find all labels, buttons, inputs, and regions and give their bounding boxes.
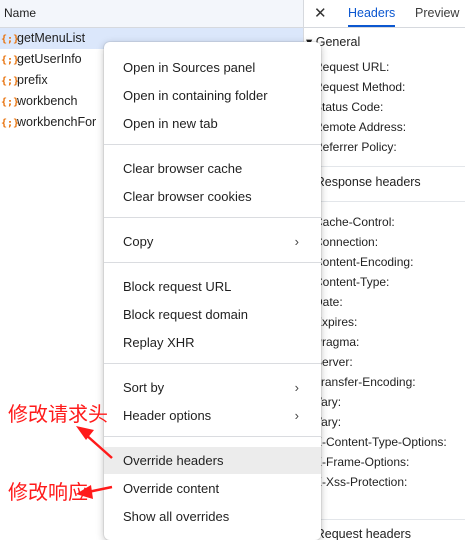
- menu-item-clear-cookies[interactable]: Clear browser cookies: [104, 183, 321, 210]
- menu-item-block-domain[interactable]: Block request domain: [104, 301, 321, 328]
- request-name: workbench: [17, 94, 78, 108]
- menu-separator: [104, 363, 321, 364]
- header-key: Content-Type:: [314, 275, 390, 289]
- menu-item-label: Block request URL: [123, 279, 232, 294]
- menu-separator: [104, 217, 321, 218]
- request-name: getUserInfo: [17, 52, 82, 66]
- xhr-icon: {;}: [1, 76, 20, 87]
- menu-item-open-in-sources[interactable]: Open in Sources panel: [104, 54, 321, 81]
- request-name: workbenchFor: [17, 115, 97, 129]
- menu-item-copy[interactable]: Copy ›: [104, 228, 321, 255]
- menu-item-label: Header options: [123, 408, 212, 423]
- request-headers-section-title[interactable]: ▸ Request headers: [306, 526, 411, 540]
- menu-item-override-headers[interactable]: Override headers: [104, 447, 321, 474]
- menu-separator: [104, 144, 321, 145]
- detail-tab-bar: ✕ Headers Preview: [304, 0, 465, 28]
- section-divider: [304, 166, 465, 167]
- header-key: Request Method:: [314, 80, 406, 94]
- menu-item-header-options[interactable]: Header options ›: [104, 402, 321, 429]
- menu-item-label: Replay XHR: [123, 335, 195, 350]
- header-key: Content-Encoding:: [314, 255, 414, 269]
- menu-item-label: Override headers: [123, 453, 224, 468]
- menu-separator: [104, 436, 321, 437]
- header-key: Cache-Control:: [314, 215, 395, 229]
- chevron-right-icon: ›: [294, 380, 299, 395]
- header-key: X-Content-Type-Options:: [314, 435, 447, 449]
- header-key: Request URL:: [314, 60, 390, 74]
- request-detail-pane: ✕ Headers Preview ▾ General Request URL:…: [304, 0, 465, 540]
- header-key: Status Code:: [314, 100, 384, 114]
- section-divider: [304, 201, 465, 202]
- menu-item-block-url[interactable]: Block request URL: [104, 273, 321, 300]
- menu-item-replay-xhr[interactable]: Replay XHR: [104, 329, 321, 356]
- request-name: getMenuList: [17, 31, 86, 45]
- name-column-header[interactable]: Name: [0, 0, 303, 28]
- xhr-icon: {;}: [1, 97, 20, 108]
- menu-item-label: Clear browser cache: [123, 161, 243, 176]
- menu-item-label: Open in new tab: [123, 116, 218, 131]
- menu-item-label: Show all overrides: [123, 509, 230, 524]
- annotation-modify-request-headers: 修改请求头: [8, 402, 108, 426]
- menu-item-label: Copy: [123, 234, 154, 249]
- menu-item-label: Clear browser cookies: [123, 189, 252, 204]
- menu-item-label: Sort by: [123, 380, 165, 395]
- context-menu: Open in Sources panel Open in containing…: [104, 42, 321, 540]
- annotation-modify-response: 修改响应: [8, 480, 88, 504]
- menu-separator: [104, 262, 321, 263]
- header-key: Connection:: [314, 235, 379, 249]
- menu-item-sort-by[interactable]: Sort by ›: [104, 374, 321, 401]
- menu-item-label: Override content: [123, 481, 220, 496]
- request-name: prefix: [17, 73, 48, 87]
- menu-item-open-in-new-tab[interactable]: Open in new tab: [104, 110, 321, 137]
- chevron-right-icon: ›: [294, 234, 299, 249]
- section-divider: [304, 519, 465, 520]
- menu-item-clear-cache[interactable]: Clear browser cache: [104, 155, 321, 182]
- header-key: Transfer-Encoding:: [314, 375, 416, 389]
- xhr-icon: {;}: [1, 55, 20, 66]
- header-key: Remote Address:: [314, 120, 407, 134]
- response-headers-section-title[interactable]: ▸ Response headers: [306, 174, 421, 189]
- close-icon[interactable]: ✕: [314, 4, 327, 22]
- xhr-icon: {;}: [1, 118, 20, 129]
- xhr-icon: {;}: [1, 34, 20, 45]
- menu-item-label: Open in containing folder: [123, 88, 268, 103]
- chevron-right-icon: ›: [294, 408, 299, 423]
- header-key: X-Xss-Protection:: [314, 475, 408, 489]
- tab-preview[interactable]: Preview: [415, 0, 459, 27]
- menu-item-show-all-overrides[interactable]: Show all overrides: [104, 503, 321, 530]
- header-key: Referrer Policy:: [314, 140, 397, 154]
- header-key: X-Frame-Options:: [314, 455, 410, 469]
- tab-headers[interactable]: Headers: [348, 0, 396, 27]
- menu-item-label: Open in Sources panel: [123, 60, 256, 75]
- menu-item-override-content[interactable]: Override content: [104, 475, 321, 502]
- name-column-label: Name: [4, 6, 37, 20]
- menu-item-label: Block request domain: [123, 307, 249, 322]
- menu-item-open-in-folder[interactable]: Open in containing folder: [104, 82, 321, 109]
